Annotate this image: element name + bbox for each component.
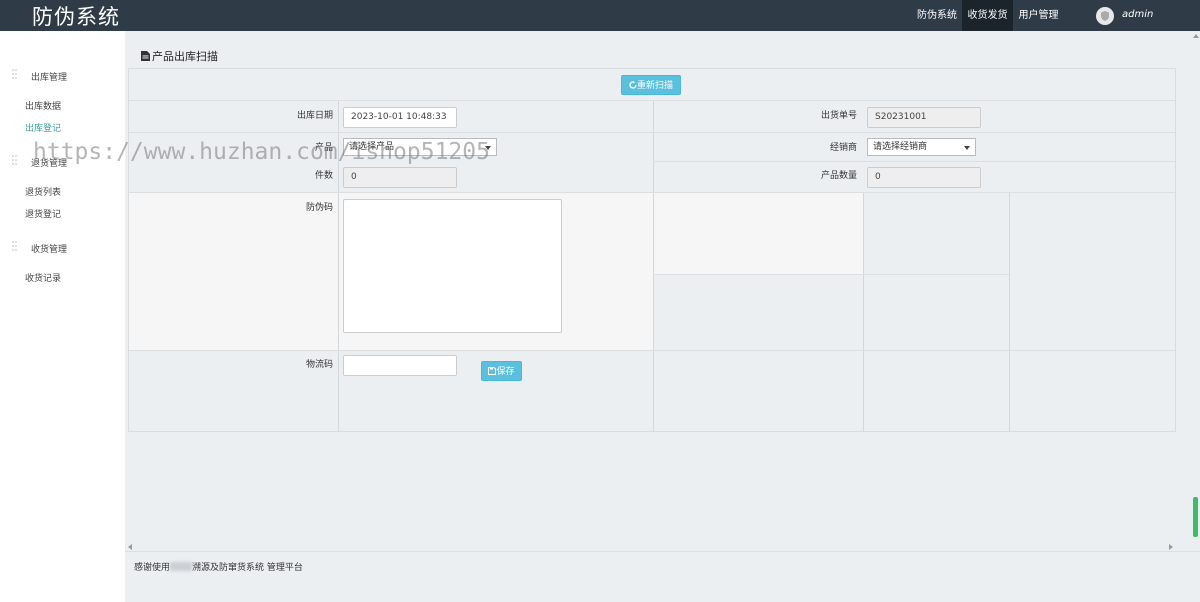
grip-icon — [12, 241, 17, 251]
nav-item-users[interactable]: 用户管理 — [1013, 0, 1064, 31]
grip-icon — [12, 155, 17, 165]
logistics-code-input[interactable] — [343, 355, 457, 376]
user-icon — [1101, 11, 1109, 21]
nav-item-anti-fake[interactable]: 防伪系统 — [912, 0, 962, 31]
brand-title: 防伪系统 — [32, 5, 120, 29]
logistics-code-label: 物流码 — [305, 360, 333, 370]
sidebar-group-label: 出库管理 — [31, 73, 68, 83]
sidebar-item-receiving-records[interactable]: 收货记录 — [25, 271, 61, 284]
grip-icon — [12, 69, 17, 79]
order-number-input[interactable]: S20231001 — [867, 107, 981, 128]
horizontal-scrollbar[interactable] — [125, 541, 1176, 551]
avatar — [1096, 7, 1114, 25]
refresh-icon — [629, 81, 637, 89]
quantity-label: 产品数量 — [820, 171, 857, 181]
top-navbar: 防伪系统 防伪系统 收货发货 用户管理 admin — [0, 0, 1200, 31]
scan-form-panel: 重新扫描 出库日期 2023-10-01 10:48:33 出货单号 S2023… — [128, 68, 1176, 432]
product-select[interactable]: 请选择产品 — [343, 138, 497, 156]
sidebar-item-outbound-register[interactable]: 出库登记 — [25, 121, 61, 134]
antifake-code-label: 防伪码 — [305, 203, 333, 213]
date-label: 出库日期 — [296, 111, 333, 121]
dealer-select[interactable]: 请选择经销商 — [867, 138, 976, 156]
quantity-input[interactable]: 0 — [867, 167, 981, 188]
sidebar-item-return-list[interactable]: 退货列表 — [25, 185, 61, 198]
rescan-button[interactable]: 重新扫描 — [621, 75, 681, 95]
date-input[interactable]: 2023-10-01 10:48:33 — [343, 107, 457, 128]
chevron-down-icon — [485, 146, 491, 150]
dealer-label: 经销商 — [829, 143, 857, 153]
product-label: 产品 — [314, 143, 333, 153]
vertical-scrollbar[interactable] — [1176, 31, 1200, 551]
scroll-up-icon[interactable] — [1193, 34, 1199, 38]
scroll-left-icon[interactable] — [128, 544, 132, 550]
antifake-code-textarea[interactable] — [343, 199, 562, 333]
footer: 感谢使用 溯源及防窜货系统 管理平台 — [125, 551, 1200, 602]
order-label: 出货单号 — [820, 111, 857, 121]
scroll-right-icon[interactable] — [1169, 544, 1173, 550]
sidebar-item-return-register[interactable]: 退货登记 — [25, 207, 61, 220]
sidebar: 出库管理 出库数据 出库登记 退货管理 退货列表 退货登记 收货管理 收货记录 — [0, 31, 125, 602]
chevron-down-icon — [964, 146, 970, 150]
main-content: 产品出库扫描 重新扫描 出库日期 2023-10-01 10:48:33 出货单… — [125, 31, 1200, 551]
save-button[interactable]: 保存 — [481, 361, 522, 381]
page-title: 产品出库扫描 — [141, 48, 218, 64]
document-icon — [141, 51, 150, 61]
pieces-label: 件数 — [314, 171, 333, 181]
pieces-input[interactable]: 0 — [343, 167, 457, 188]
redacted-text — [170, 562, 193, 571]
scroll-thumb[interactable] — [1193, 497, 1198, 537]
sidebar-group-label: 收货管理 — [31, 245, 68, 255]
sidebar-group-label: 退货管理 — [31, 159, 68, 169]
nav-item-shipping[interactable]: 收货发货 — [962, 0, 1013, 31]
footer-text: 感谢使用 溯源及防窜货系统 管理平台 — [134, 562, 303, 573]
sidebar-item-outbound-data[interactable]: 出库数据 — [25, 99, 61, 112]
user-name: admin — [1122, 9, 1154, 20]
